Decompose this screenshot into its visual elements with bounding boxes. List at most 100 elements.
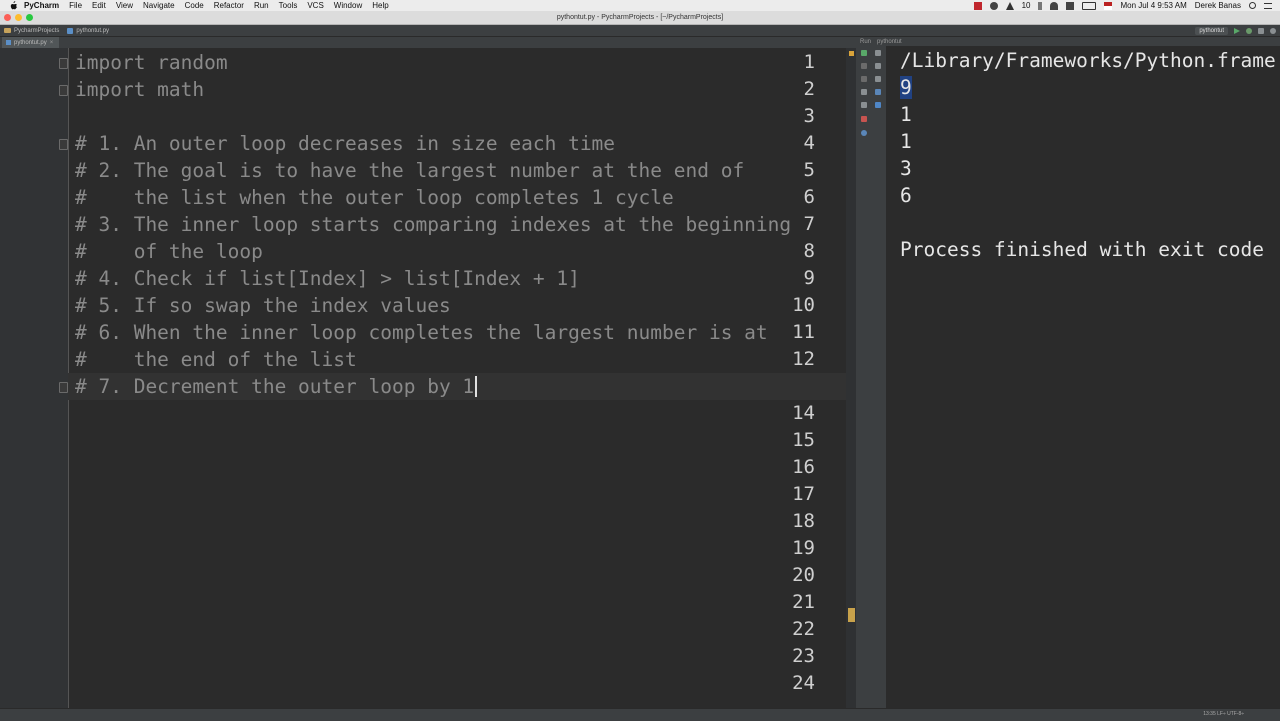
console-text: 1 [900,130,912,153]
code-text: # of the loop [75,240,263,263]
line-number: 5 [803,159,815,181]
editor-error-stripe[interactable] [846,48,856,708]
code-line[interactable]: # the end of the list [75,346,357,373]
code-text: # 4. Check if list[Index] > list[Index +… [75,267,580,290]
console-text: 1 [900,103,912,126]
code-line[interactable]: # 5. If so swap the index values [75,292,451,319]
code-editor[interactable]: 123456789101112131415161718192021222324 … [0,48,856,708]
fold-marker-icon[interactable] [59,85,68,96]
close-run-icon[interactable] [861,116,867,122]
menu-clock[interactable]: Mon Jul 4 9:53 AM [1120,1,1186,10]
line-number: 10 [792,294,815,316]
window-title-bar: pythontut.py - PycharmProjects - [~/Pych… [0,11,1280,25]
run-configuration-select[interactable]: pythontut [1195,26,1228,35]
code-line[interactable]: # 7. Decrement the outer loop by 1 [68,373,856,400]
fold-marker-icon[interactable] [59,58,68,69]
run-tool-window-title[interactable]: Run [860,39,871,45]
code-text: # 5. If so swap the index values [75,294,451,317]
debug-icon[interactable] [1246,27,1252,34]
bluetooth-icon[interactable] [1038,1,1043,10]
run-icon[interactable] [1234,27,1240,34]
python-console-icon[interactable] [875,102,881,108]
line-number: 4 [803,132,815,154]
menu-view[interactable]: View [116,1,133,10]
minimize-window-button[interactable] [15,14,22,21]
menu-refactor[interactable]: Refactor [214,1,244,10]
soft-wrap-icon[interactable] [875,63,881,69]
code-text: # 3. The inner loop starts comparing ind… [75,213,792,236]
coverage-icon[interactable] [1258,27,1264,34]
fold-marker-icon[interactable] [59,139,68,150]
menu-tools[interactable]: Tools [279,1,298,10]
print-icon[interactable] [875,76,881,82]
code-line[interactable]: # 6. When the inner loop completes the l… [75,319,768,346]
close-window-button[interactable] [4,14,11,21]
code-line[interactable]: # of the loop [75,238,263,265]
help-icon[interactable] [861,130,867,136]
line-number: 16 [792,456,815,478]
menu-file[interactable]: File [69,1,82,10]
line-number: 17 [792,483,815,505]
line-number: 12 [792,348,815,370]
fold-marker-icon[interactable] [59,382,68,393]
menu-edit[interactable]: Edit [92,1,106,10]
code-line[interactable]: # 3. The inner loop starts comparing ind… [75,211,791,238]
menu-code[interactable]: Code [185,1,204,10]
mac-menu-bar: PyCharm File Edit View Navigate Code Ref… [0,0,1280,11]
line-number: 20 [792,564,815,586]
spotlight-icon[interactable] [1249,2,1256,9]
clear-all-icon[interactable] [875,89,881,95]
drive-icon[interactable] [1005,1,1014,10]
settings-icon[interactable] [861,102,867,108]
input-flag-icon[interactable] [1104,1,1113,10]
code-line[interactable]: import random [75,49,228,76]
code-line[interactable]: # 2. The goal is to have the largest num… [75,157,744,184]
notification-badge[interactable]: 10 [1022,1,1031,10]
breadcrumb-file[interactable]: pythontut.py [67,27,109,34]
scroll-to-end-icon[interactable] [875,50,881,56]
menu-run[interactable]: Run [254,1,269,10]
stop-icon[interactable] [861,63,867,69]
line-number: 8 [803,240,815,262]
console-text: /Library/Frameworks/Python.frame [900,49,1276,72]
breadcrumb-project[interactable]: PycharmProjects [4,28,59,34]
search-everywhere-icon[interactable] [1270,27,1276,34]
record-icon[interactable] [973,1,982,10]
menu-navigate[interactable]: Navigate [143,1,175,10]
maximize-window-button[interactable] [26,14,33,21]
line-number: 21 [792,591,815,613]
code-text: import random [75,51,228,74]
run-tool-window-header: Run pythontut [858,37,1280,46]
code-line[interactable]: import math [75,76,204,103]
editor-tab-pythontut[interactable]: pythontut.py × [2,37,60,48]
code-line[interactable]: # 1. An outer loop decreases in size eac… [75,130,615,157]
volume-icon[interactable] [1066,1,1075,10]
battery-icon[interactable] [1082,1,1097,10]
line-number: 9 [803,267,815,289]
menu-user[interactable]: Derek Banas [1195,1,1241,10]
inspection-status-icon[interactable] [849,51,854,56]
dump-threads-icon[interactable] [861,89,867,95]
code-line[interactable]: # the list when the outer loop completes… [75,184,674,211]
code-text: # the end of the list [75,348,357,371]
caret-position[interactable]: 13:35 LF÷ UTF-8÷ [1203,711,1244,717]
apple-icon[interactable] [9,1,18,10]
notification-center-icon[interactable] [1264,2,1272,9]
run-tab-label[interactable]: pythontut [877,39,902,45]
menu-window[interactable]: Window [334,1,362,10]
close-tab-icon[interactable]: × [50,40,54,46]
pause-icon[interactable] [861,76,867,82]
run-console-output[interactable]: /Library/Frameworks/Python.frame 9 1 1 3 6 Pro… [886,46,1280,708]
rerun-icon[interactable] [861,50,867,56]
app-menu-pycharm[interactable]: PyCharm [24,1,59,10]
editor-tab-label: pythontut.py [14,39,47,46]
code-line[interactable]: # 4. Check if list[Index] > list[Index +… [75,265,580,292]
python-file-icon [67,27,74,34]
menu-vcs[interactable]: VCS [307,1,323,10]
scroll-position-marker[interactable] [848,608,855,622]
wifi-icon[interactable] [1050,1,1059,10]
menu-help[interactable]: Help [372,1,388,10]
line-number: 15 [792,429,815,451]
code-text: # 7. Decrement the outer loop by 1 [75,375,475,398]
sync-icon[interactable] [989,1,998,10]
